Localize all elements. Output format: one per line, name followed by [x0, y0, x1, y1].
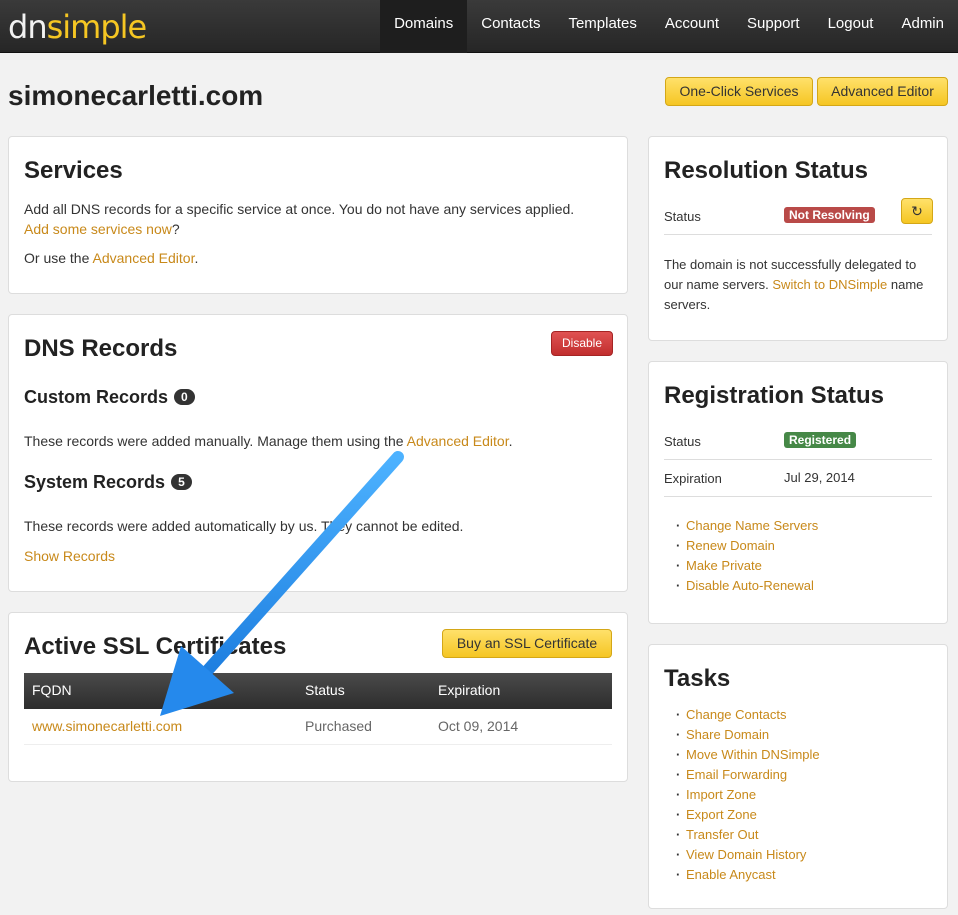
resolution-heading: Resolution Status — [664, 157, 869, 184]
list-item: Share Domain — [664, 725, 820, 745]
add-services-link[interactable]: Add some services now — [24, 221, 172, 237]
not-resolving-badge: Not Resolving — [784, 207, 875, 223]
system-records-desc: These records were added automatically b… — [24, 518, 464, 534]
registration-status-label: Status — [664, 434, 701, 449]
list-item: Transfer Out — [664, 825, 820, 845]
registration-status-panel: Registration Status Status Registered Ex… — [648, 361, 948, 624]
tasks-panel: Tasks Change Contacts Share Domain Move … — [648, 644, 948, 909]
nav-domains[interactable]: Domains — [380, 0, 468, 53]
or-use-suffix: . — [194, 250, 199, 266]
import-zone-link[interactable]: Import Zone — [686, 787, 756, 802]
nav-logout[interactable]: Logout — [814, 0, 888, 53]
list-item: Email Forwarding — [664, 765, 820, 785]
ssl-expiration: Oct 09, 2014 — [438, 718, 519, 734]
ssl-certificates-panel: Active SSL Certificates Buy an SSL Certi… — [8, 612, 628, 782]
show-records-link[interactable]: Show Records — [24, 546, 115, 566]
or-use-prefix: Or use the — [24, 250, 90, 266]
services-or-use: Or use the Advanced Editor. — [24, 248, 198, 268]
disable-auto-renewal-link[interactable]: Disable Auto-Renewal — [686, 578, 814, 593]
custom-records-prefix: These records were added manually. Manag… — [24, 433, 404, 449]
registration-heading: Registration Status — [664, 382, 885, 409]
expiration-label: Expiration — [664, 471, 722, 486]
system-records-count: 5 — [171, 474, 192, 490]
nav-account[interactable]: Account — [651, 0, 733, 53]
email-forwarding-link[interactable]: Email Forwarding — [686, 767, 787, 782]
ssl-heading: Active SSL Certificates — [24, 633, 287, 660]
table-row: www.simonecarletti.com Purchased Oct 09,… — [24, 709, 612, 745]
ssl-table-header: FQDN Status Expiration — [24, 673, 612, 709]
dns-records-heading: DNS Records — [24, 335, 178, 362]
system-records-heading: System Records 5 — [24, 472, 192, 493]
custom-records-heading: Custom Records 0 — [24, 387, 195, 408]
tasks-list: Change Contacts Share Domain Move Within… — [664, 705, 820, 885]
services-heading: Services — [24, 157, 123, 184]
list-item: Move Within DNSimple — [664, 745, 820, 765]
list-item: Disable Auto-Renewal — [664, 576, 818, 596]
main-nav: Domains Contacts Templates Account Suppo… — [380, 0, 958, 53]
col-status: Status — [305, 682, 345, 698]
move-within-dnsimple-link[interactable]: Move Within DNSimple — [686, 747, 820, 762]
refresh-button[interactable]: ↻ — [901, 198, 933, 224]
custom-records-suffix: . — [508, 433, 513, 449]
services-desc-text: Add all DNS records for a specific servi… — [24, 201, 575, 217]
list-item: Change Name Servers — [664, 516, 818, 536]
transfer-out-link[interactable]: Transfer Out — [686, 827, 758, 842]
resolution-divider — [664, 234, 932, 235]
ssl-fqdn-link[interactable]: www.simonecarletti.com — [32, 718, 182, 734]
nav-templates[interactable]: Templates — [554, 0, 650, 53]
renew-domain-link[interactable]: Renew Domain — [686, 538, 775, 553]
resolution-desc: The domain is not successfully delegated… — [664, 255, 934, 315]
col-expiration: Expiration — [438, 682, 501, 698]
page-title: simonecarletti.com — [8, 80, 264, 111]
make-private-link[interactable]: Make Private — [686, 558, 762, 573]
custom-advanced-editor-link[interactable]: Advanced Editor — [407, 433, 509, 449]
services-panel: Services Add all DNS records for a speci… — [8, 136, 628, 294]
col-fqdn: FQDN — [32, 682, 72, 698]
share-domain-link[interactable]: Share Domain — [686, 727, 769, 742]
registration-actions: Change Name Servers Renew Domain Make Pr… — [664, 516, 818, 596]
change-contacts-link[interactable]: Change Contacts — [686, 707, 786, 722]
registration-divider-1 — [664, 459, 932, 460]
list-item: Renew Domain — [664, 536, 818, 556]
nav-support[interactable]: Support — [733, 0, 814, 53]
dns-records-panel: DNS Records Disable Custom Records 0 Thes… — [8, 314, 628, 592]
custom-records-desc: These records were added manually. Manag… — [24, 431, 513, 451]
logo-text-dn: dn — [8, 8, 48, 46]
services-description: Add all DNS records for a specific servi… — [24, 199, 619, 239]
list-item: Enable Anycast — [664, 865, 820, 885]
services-advanced-editor-link[interactable]: Advanced Editor — [93, 250, 195, 266]
list-item: View Domain History — [664, 845, 820, 865]
resolution-status-panel: Resolution Status Status Not Resolving ↻… — [648, 136, 948, 341]
ssl-status: Purchased — [305, 718, 372, 734]
registered-badge: Registered — [784, 432, 857, 448]
nav-contacts[interactable]: Contacts — [467, 0, 554, 53]
list-item: Import Zone — [664, 785, 820, 805]
switch-to-dnsimple-link[interactable]: Switch to DNSimple — [772, 277, 887, 292]
refresh-icon: ↻ — [911, 203, 923, 219]
dnsimple-logo[interactable]: dnsimple — [8, 8, 148, 46]
custom-records-title: Custom Records — [24, 387, 169, 407]
list-item: Export Zone — [664, 805, 820, 825]
registration-divider-2 — [664, 496, 932, 497]
list-item: Change Contacts — [664, 705, 820, 725]
disable-button[interactable]: Disable — [551, 331, 614, 356]
logo-text-simple: simple — [46, 8, 148, 46]
top-navbar: dnsimple Domains Contacts Templates Acco… — [0, 0, 958, 53]
list-item: Make Private — [664, 556, 818, 576]
tasks-heading: Tasks — [664, 665, 731, 692]
buy-ssl-button[interactable]: Buy an SSL Certificate — [442, 629, 612, 658]
export-zone-link[interactable]: Export Zone — [686, 807, 757, 822]
add-services-suffix: ? — [171, 221, 180, 237]
system-records-title: System Records — [24, 472, 166, 492]
expiration-value: Jul 29, 2014 — [784, 470, 855, 485]
nav-admin[interactable]: Admin — [887, 0, 958, 53]
view-domain-history-link[interactable]: View Domain History — [686, 847, 806, 862]
advanced-editor-button[interactable]: Advanced Editor — [817, 77, 948, 106]
resolution-status-label: Status — [664, 209, 701, 224]
change-name-servers-link[interactable]: Change Name Servers — [686, 518, 818, 533]
enable-anycast-link[interactable]: Enable Anycast — [686, 867, 776, 882]
one-click-services-button[interactable]: One-Click Services — [665, 77, 813, 106]
custom-records-count: 0 — [174, 389, 195, 405]
